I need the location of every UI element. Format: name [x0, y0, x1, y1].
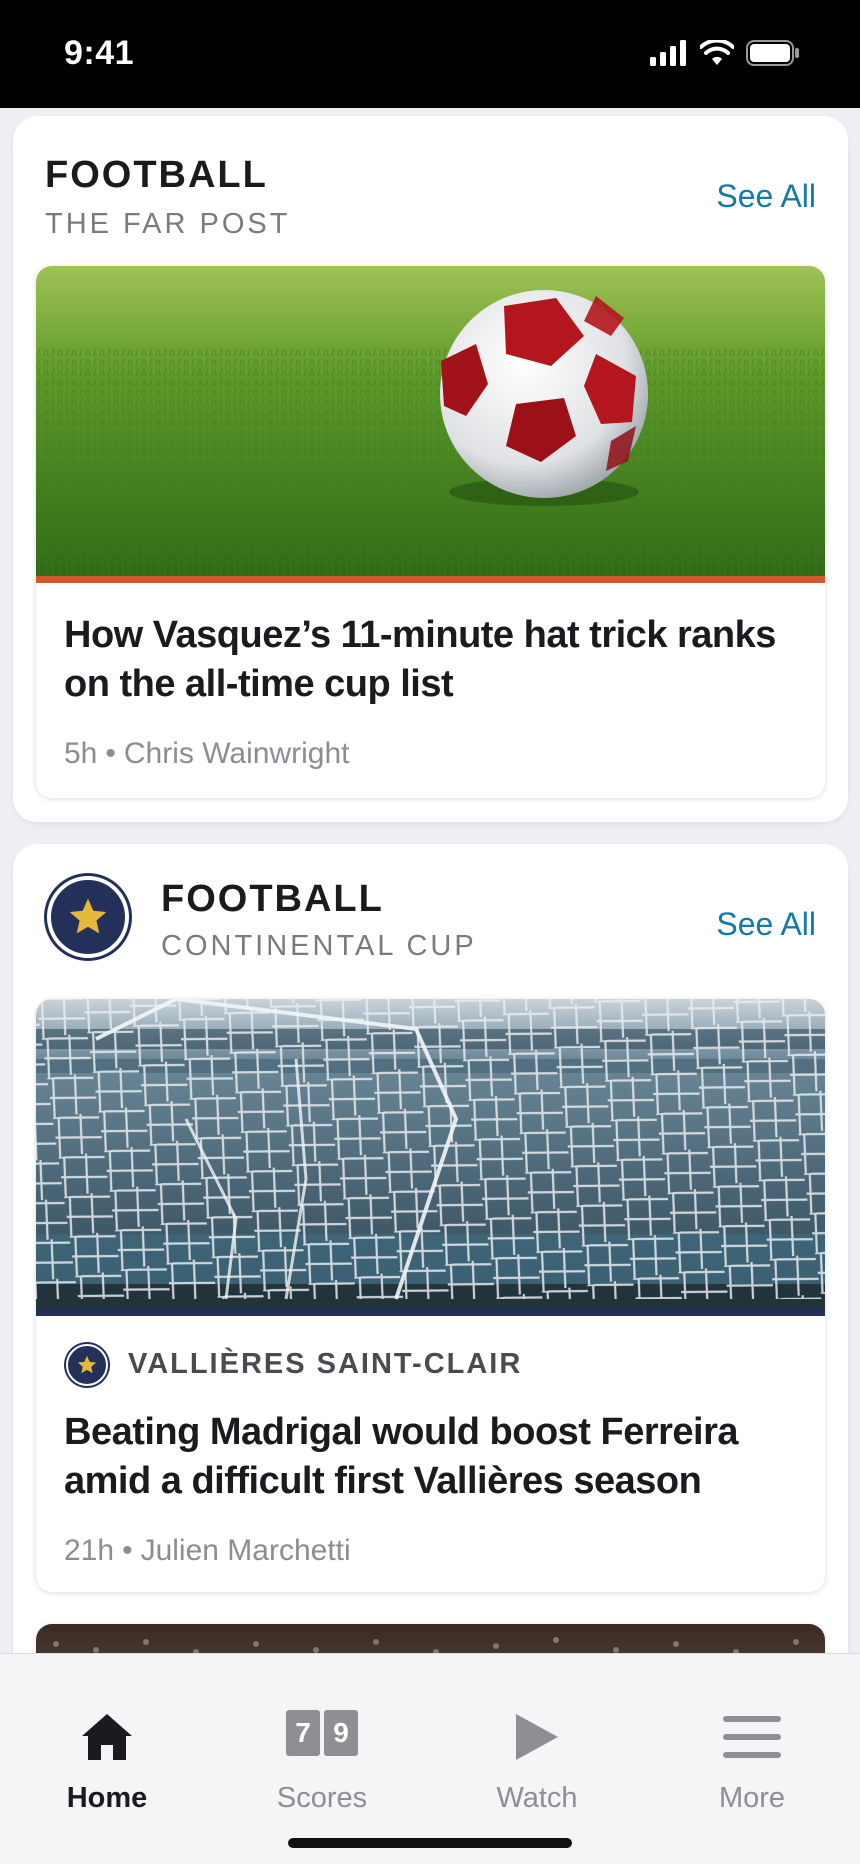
battery-icon: [746, 40, 799, 66]
team-badge-icon: [66, 1344, 108, 1386]
article-meta: 21h • Julien Marchetti: [36, 1534, 825, 1568]
star-icon: [69, 898, 107, 934]
goal-net-stadium-image: [36, 999, 825, 1309]
crowd-texture: [53, 1637, 799, 1653]
section-continental-cup: FOOTBALL CONTINENTAL CUP See All VALLIÈR…: [13, 844, 848, 1653]
section-title: FOOTBALL: [45, 154, 268, 196]
article-accent-stripe: [36, 1309, 825, 1316]
status-time: 9:41: [64, 34, 135, 72]
hamburger-icon: [723, 1716, 781, 1758]
home-indicator[interactable]: [288, 1838, 572, 1848]
article-headline: How Vasquez’s 11-minute hat trick ranks …: [64, 614, 776, 705]
article-image-soccer-ball: [36, 266, 825, 576]
tab-label: More: [718, 1782, 786, 1814]
meta-separator: •: [105, 737, 116, 770]
meta-separator: •: [122, 1534, 133, 1567]
see-all-button[interactable]: See All: [716, 906, 816, 943]
article-headline: Beating Madrigal would boost Ferreira am…: [64, 1411, 739, 1502]
status-bar: 9:41: [0, 0, 860, 108]
tab-bar: Home 7 9 Scores Watch More: [0, 1653, 860, 1864]
star-icon: [77, 1355, 97, 1374]
article-team-row: VALLIÈRES SAINT-CLAIR: [36, 1338, 825, 1408]
section-header: FOOTBALL THE FAR POST See All: [13, 116, 848, 256]
article-meta: 5h • Chris Wainwright: [36, 737, 825, 771]
tab-label: Home: [66, 1782, 148, 1814]
tab-scores[interactable]: 7 9 Scores: [232, 1682, 412, 1814]
team-logo-icon: [47, 876, 129, 958]
wifi-icon: [700, 40, 734, 65]
soccer-ball-on-grass-image: [36, 266, 825, 576]
section-subtitle: CONTINENTAL CUP: [161, 930, 477, 962]
score-right: 9: [324, 1710, 358, 1756]
article-age: 21h: [64, 1534, 115, 1567]
section-far-post: FOOTBALL THE FAR POST See All How Vasque…: [13, 116, 848, 822]
tab-label: Watch: [496, 1782, 578, 1814]
play-icon: [516, 1714, 558, 1760]
score-left: 7: [286, 1710, 320, 1756]
article-age: 5h: [64, 737, 98, 770]
see-all-button[interactable]: See All: [716, 178, 816, 215]
status-icons: [650, 40, 800, 66]
article-image-goal-net: [36, 999, 825, 1309]
article-card[interactable]: How Vasquez’s 11-minute hat trick ranks …: [36, 266, 825, 798]
crowd-image: [36, 1624, 825, 1653]
tab-more[interactable]: More: [662, 1682, 842, 1814]
article-accent-stripe: [36, 576, 825, 583]
tab-home[interactable]: Home: [17, 1682, 197, 1814]
tab-watch[interactable]: Watch: [447, 1682, 627, 1814]
section-header: FOOTBALL CONTINENTAL CUP See All: [13, 844, 848, 984]
home-icon: [82, 1714, 132, 1760]
cellular-signal-icon: [650, 40, 686, 66]
article-author: Julien Marchetti: [140, 1534, 351, 1567]
scores-icon: 7 9: [286, 1710, 358, 1756]
tab-label: Scores: [276, 1782, 368, 1814]
article-team-name: VALLIÈRES SAINT-CLAIR: [128, 1348, 523, 1380]
article-card[interactable]: VALLIÈRES SAINT-CLAIR Beating Madrigal w…: [36, 999, 825, 1592]
section-title: FOOTBALL: [161, 878, 384, 920]
article-author: Chris Wainwright: [123, 737, 350, 770]
article-card-partial[interactable]: [36, 1624, 825, 1653]
section-subtitle: THE FAR POST: [45, 208, 291, 240]
content-feed[interactable]: FOOTBALL THE FAR POST See All How Vasque…: [0, 108, 860, 1653]
